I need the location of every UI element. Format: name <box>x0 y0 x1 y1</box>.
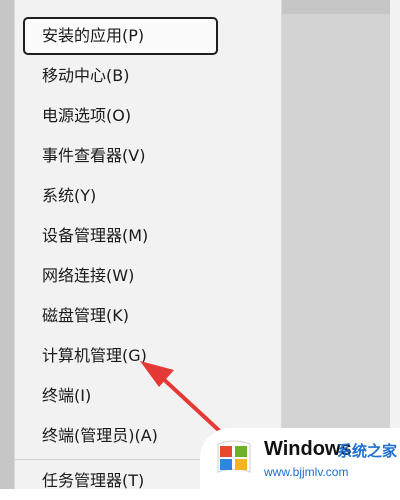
windows-logo-icon <box>217 440 251 473</box>
red-arrow-annotation <box>140 361 240 450</box>
watermark-url: www.bjjmlv.com <box>264 465 349 479</box>
watermark-badge: Windows 系统之家 www.bjjmlv.com <box>200 428 400 489</box>
watermark-site-name: 系统之家 <box>337 442 398 460</box>
